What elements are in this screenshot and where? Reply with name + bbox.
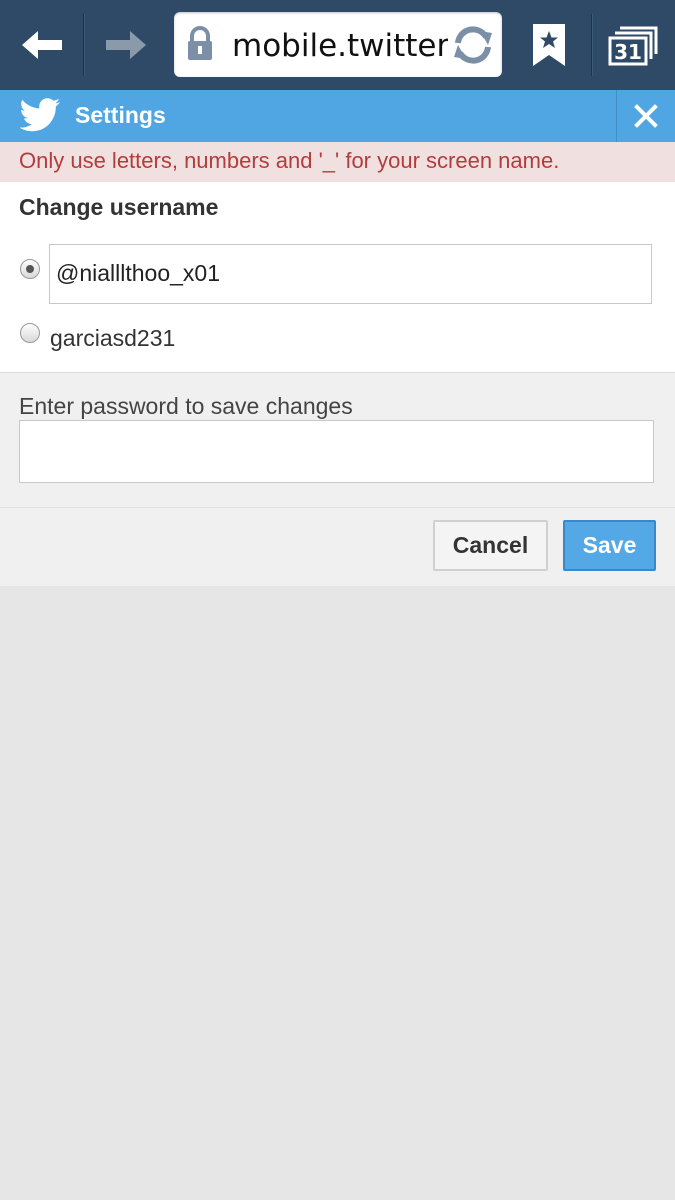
close-icon: [634, 104, 658, 128]
section-title: Change username: [19, 194, 219, 220]
cancel-button[interactable]: Cancel: [433, 520, 548, 571]
browser-toolbar: mobile.twitter.com 31: [0, 0, 675, 91]
username-radio-custom[interactable]: [20, 259, 40, 279]
tabs-button[interactable]: 31: [592, 0, 675, 90]
tabs-count: 31: [614, 40, 642, 64]
close-button[interactable]: [617, 90, 675, 142]
password-label: Enter password to save changes: [19, 393, 353, 419]
twitter-bird-icon: [20, 98, 60, 132]
password-input[interactable]: [19, 420, 654, 483]
error-message: Only use letters, numbers and '_' for yo…: [19, 148, 560, 173]
url-text: mobile.twitter.com: [232, 28, 448, 64]
username-radio-suggested[interactable]: [20, 323, 40, 343]
username-input[interactable]: @nialllthoo_x01: [49, 244, 652, 304]
error-banner: Only use letters, numbers and '_' for yo…: [0, 142, 675, 182]
refresh-icon[interactable]: [450, 25, 496, 65]
arrow-right-icon: [105, 31, 146, 59]
page-title: Settings: [75, 102, 166, 128]
twitter-header: Settings: [0, 90, 675, 142]
forward-button[interactable]: [84, 0, 167, 90]
bookmark-button[interactable]: [507, 0, 590, 90]
save-button[interactable]: Save: [563, 520, 656, 571]
change-username-section: Change username @nialllthoo_x01 garciasd…: [0, 182, 675, 373]
lock-icon: [188, 26, 212, 60]
suggested-username-label[interactable]: garciasd231: [50, 325, 175, 352]
tabs-icon: 31: [608, 26, 657, 66]
back-button[interactable]: [0, 0, 83, 90]
arrow-left-icon: [21, 31, 62, 59]
form-actions: Cancel Save: [0, 508, 675, 586]
password-section: Enter password to save changes: [0, 373, 675, 508]
url-bar[interactable]: mobile.twitter.com: [174, 12, 502, 77]
bookmark-star-icon: [532, 24, 565, 66]
